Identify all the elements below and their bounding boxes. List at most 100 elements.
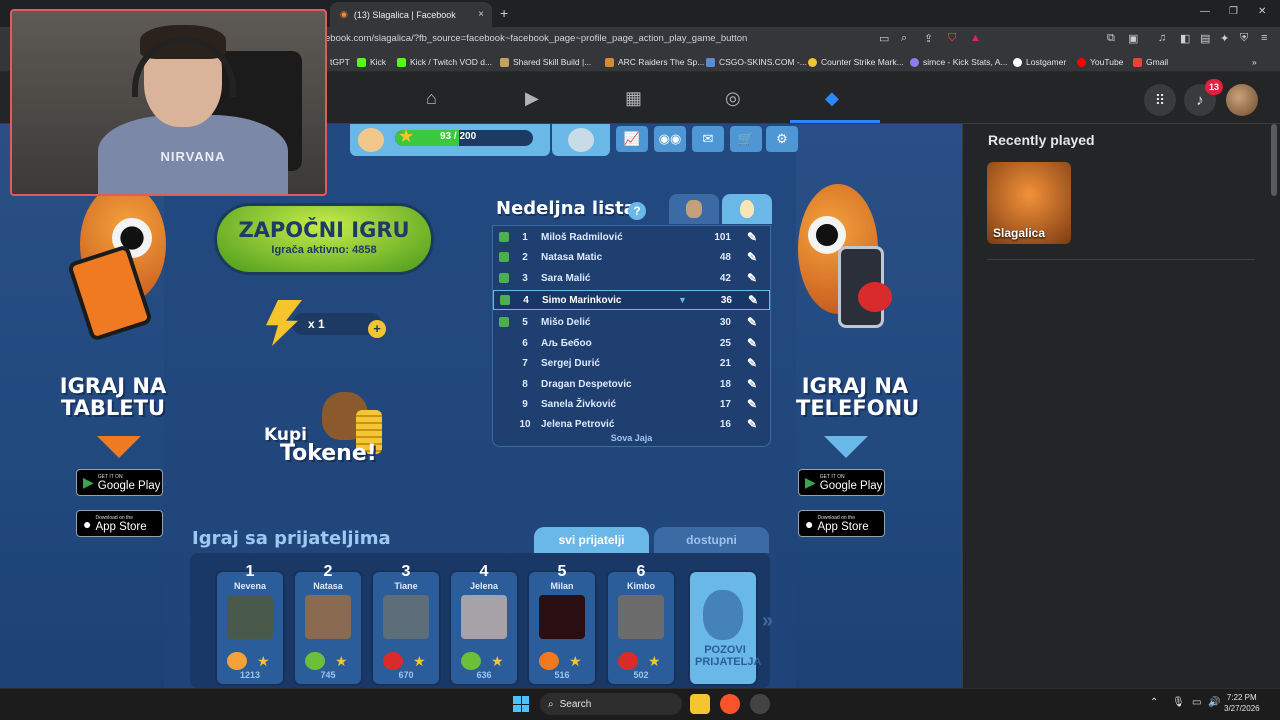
profile-avatar[interactable] (1226, 84, 1258, 116)
friend-card[interactable]: 1 Nevena ★ 1213 (215, 563, 285, 686)
leaderboard-row[interactable]: 5 Mišo Delić 30 ✎ (493, 313, 770, 333)
owl-face-icon[interactable]: ◉◉ (654, 126, 686, 152)
pencil-icon[interactable]: ✎ (747, 271, 757, 285)
rank: 1 (522, 232, 528, 243)
install-app-icon[interactable]: ▭ (879, 32, 889, 45)
bookmark-item[interactable]: ARC Raiders The Sp... (605, 57, 704, 67)
groups-icon[interactable]: ◎ (725, 88, 741, 109)
pencil-icon[interactable]: ✎ (747, 417, 757, 431)
leaderboard-row[interactable]: 9 Sanela Živković 17 ✎ (493, 395, 770, 415)
taskbar-clock[interactable]: 7:22 PM 3/27/2026 (1224, 692, 1260, 714)
friend-card[interactable]: 5 Milan ★ 516 (527, 563, 597, 686)
sidebar-icon[interactable]: ◧ (1180, 32, 1190, 45)
vpn-icon[interactable]: ⛨ (1240, 32, 1248, 45)
mail-icon[interactable]: ✉ (692, 126, 724, 152)
pencil-icon[interactable]: ✎ (747, 336, 757, 350)
media-icon[interactable]: ♫ (1158, 32, 1166, 44)
leaderboard-tab-friends[interactable] (669, 194, 719, 224)
brave-browser-icon[interactable] (720, 694, 740, 714)
menu-icon[interactable]: ≡ (1261, 32, 1267, 44)
minimize-button[interactable]: — (1200, 6, 1210, 17)
close-window-button[interactable]: ✕ (1258, 6, 1266, 17)
windows-start-icon[interactable] (513, 696, 529, 712)
bookmarks-more-button[interactable]: » (1252, 57, 1257, 67)
leaderboard-row[interactable]: 3 Sara Malić 42 ✎ (493, 269, 770, 289)
bookmark-item[interactable]: Kick (357, 57, 386, 67)
leo-ai-icon[interactable]: ✦ (1220, 32, 1229, 45)
tab-available-friends[interactable]: dostupni (654, 527, 769, 553)
friend-card[interactable]: 4 Jelena ★ 636 (449, 563, 519, 686)
friend-card[interactable]: 2 Natasa ★ 745 (293, 563, 363, 686)
friend-card[interactable]: 6 Kimbo ★ 502 (606, 563, 676, 686)
player-owl-avatar[interactable] (358, 128, 384, 152)
leaderboard-row[interactable]: 8 Dragan Despetovic 18 ✎ (493, 375, 770, 395)
leaderboard-row[interactable]: 2 Natasa Matic 48 ✎ (493, 248, 770, 268)
menu-grid-icon[interactable]: ⠿ (1144, 84, 1176, 116)
leaderboard-row-current-player[interactable]: 4 Simo Marinkovic ▼ 36 ✎ (493, 290, 770, 310)
pencil-icon[interactable]: ✎ (747, 356, 757, 370)
tab-close-icon[interactable]: × (478, 9, 484, 20)
egg-slot[interactable] (552, 124, 610, 156)
pencil-icon[interactable]: ✎ (747, 315, 757, 329)
start-game-button[interactable]: ZAPOČNI IGRU Igrača aktivno: 4858 (214, 203, 434, 275)
bookmark-item[interactable]: Lostgamer (1013, 57, 1066, 67)
wallet-icon[interactable]: ▤ (1200, 32, 1210, 45)
microphone-icon[interactable]: 🎙 (1172, 697, 1185, 708)
settings-gear-icon[interactable]: ⚙ (766, 126, 798, 152)
google-play-button-right[interactable]: ▶ GET IT ON Google Play (798, 469, 885, 496)
invite-friends-button[interactable]: POZOVI PRIJATELJA (688, 570, 761, 686)
gaming-icon[interactable]: ◆ (825, 88, 839, 109)
new-tab-button[interactable]: + (500, 5, 508, 21)
url-field[interactable]: ebook.com/slagalica/?fb_source=facebook~… (325, 33, 747, 44)
add-token-button[interactable]: + (368, 320, 386, 338)
google-play-button-left[interactable]: ▶ GET IT ON Google Play (76, 469, 163, 496)
share-icon[interactable]: ⇪ (924, 32, 933, 45)
home-icon[interactable]: ⌂ (426, 88, 437, 109)
display-icon[interactable]: ▭ (1192, 697, 1201, 708)
bookmark-item[interactable]: simce - Kick Stats, A... (910, 57, 1008, 67)
bookmark-item[interactable]: Gmail (1133, 57, 1168, 67)
buy-tokens-button[interactable]: Kupi Tokene! (264, 425, 377, 466)
bookmark-item[interactable]: tGPT (330, 57, 350, 67)
app-store-button-left[interactable]: ● Download on the App Store (76, 510, 163, 537)
zoom-icon[interactable]: ⌕ (901, 32, 907, 45)
friend-card[interactable]: 3 Tiane ★ 670 (371, 563, 441, 686)
leaderboard-row[interactable]: 6 Аљ Бебоо 25 ✎ (493, 334, 770, 354)
screenshot-icon[interactable]: ▣ (1128, 32, 1138, 45)
bookmark-item[interactable]: CSGO-SKINS.COM -... (706, 57, 807, 67)
bookmark-item[interactable]: Kick / Twitch VOD d... (397, 57, 492, 67)
leaderboard-tab-eggs[interactable] (722, 194, 772, 224)
shop-cart-icon[interactable]: 🛒 (730, 126, 762, 152)
brave-rewards-icon[interactable]: ▲ (970, 32, 981, 44)
pencil-icon[interactable]: ✎ (747, 397, 757, 411)
marketplace-icon[interactable]: ▦ (625, 88, 642, 109)
taskbar-search[interactable]: ⌕ Search (540, 693, 682, 715)
pencil-icon[interactable]: ✎ (748, 293, 758, 307)
volume-icon[interactable]: 🔊 (1208, 697, 1220, 708)
stats-chart-icon[interactable]: 📈 (616, 126, 648, 152)
leaderboard-row[interactable]: 7 Sergej Durić 21 ✎ (493, 354, 770, 374)
leaderboard-help-button[interactable]: ? (628, 202, 646, 220)
bookmark-item[interactable]: YouTube (1077, 57, 1123, 67)
pencil-icon[interactable]: ✎ (747, 230, 757, 244)
tab-all-friends[interactable]: svi prijatelji (534, 527, 649, 553)
tray-overflow-icon[interactable]: ⌃ (1150, 697, 1158, 708)
pencil-icon[interactable]: ✎ (747, 250, 757, 264)
bookmark-item[interactable]: Shared Skill Build |... (500, 57, 591, 67)
file-explorer-icon[interactable] (690, 694, 710, 714)
recent-game-card[interactable]: Slagalica (987, 162, 1071, 244)
pencil-icon[interactable]: ✎ (747, 377, 757, 391)
token-count: x 1 (308, 317, 325, 331)
steam-icon[interactable] (750, 694, 770, 714)
tab-slagalica-facebook[interactable]: ◉ (13) Slagalica | Facebook × (330, 2, 492, 27)
extensions-icon[interactable]: ⧉ (1107, 32, 1115, 45)
brave-shield-icon[interactable]: ⛉ (948, 32, 956, 45)
next-friends-button[interactable]: » (762, 610, 773, 633)
bookmark-item[interactable]: Counter Strike Mark... (808, 57, 904, 67)
app-store-button-right[interactable]: ● Download on the App Store (798, 510, 885, 537)
maximize-button[interactable]: ❐ (1229, 6, 1238, 17)
sidebar-scrollbar[interactable] (1271, 124, 1277, 196)
leaderboard-row[interactable]: 10 Jelena Petrović 16 ✎ (493, 415, 770, 435)
leaderboard-row[interactable]: 1 Miloš Radmilović 101 ✎ (493, 228, 770, 248)
video-icon[interactable]: ▶ (525, 88, 539, 109)
